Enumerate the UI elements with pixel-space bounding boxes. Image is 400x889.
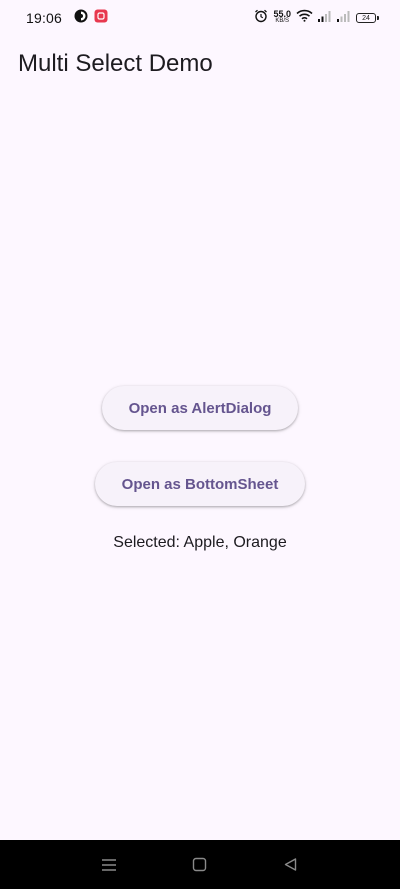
menu-icon[interactable]	[89, 845, 129, 885]
status-right-icons: 55.0 KB/S 24	[254, 9, 379, 28]
alarm-icon	[254, 9, 268, 28]
home-square-icon[interactable]	[180, 845, 220, 885]
net-speed: 55.0 KB/S	[273, 9, 291, 25]
app-notification-icon	[74, 9, 88, 28]
net-speed-unit: KB/S	[275, 18, 290, 24]
wifi-icon	[296, 9, 313, 27]
app-notification-red-icon	[94, 9, 108, 28]
status-notification-icons	[74, 9, 108, 28]
main-content: Open as AlertDialog Open as BottomSheet …	[0, 386, 400, 552]
signal-icon	[337, 9, 351, 27]
page-title: Multi Select Demo	[18, 50, 213, 77]
open-bottom-sheet-button[interactable]: Open as BottomSheet	[94, 462, 306, 506]
open-alert-dialog-button[interactable]: Open as AlertDialog	[101, 386, 299, 430]
signal-icon	[318, 9, 332, 27]
navigation-bar	[0, 840, 400, 889]
status-time: 19:06	[26, 10, 63, 26]
selected-items-text: Selected: Apple, Orange	[113, 534, 287, 551]
battery-level: 24	[362, 14, 370, 22]
back-triangle-icon[interactable]	[271, 845, 311, 885]
status-bar: 19:06 55.0 KB/S 24	[0, 0, 400, 36]
net-speed-value: 55.0	[273, 9, 291, 19]
battery-icon: 24	[356, 13, 379, 23]
